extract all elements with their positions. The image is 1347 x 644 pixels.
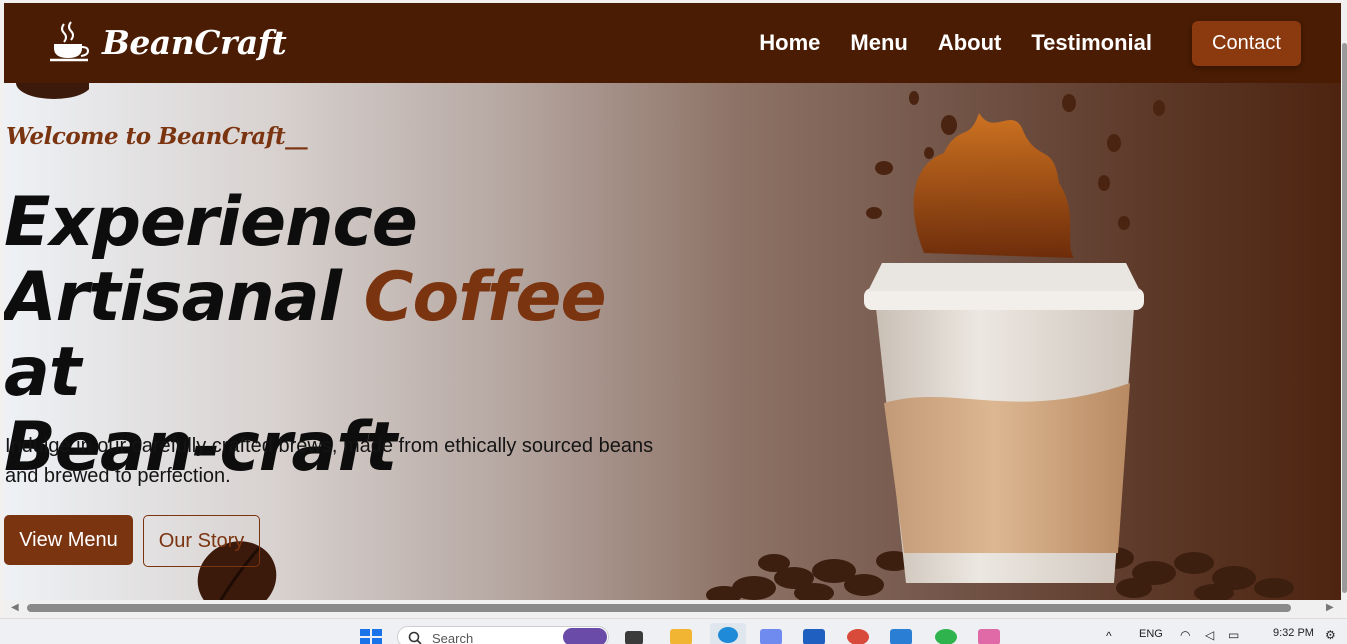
contact-button[interactable]: Contact [1192, 21, 1301, 66]
tray-chevron-icon[interactable]: ^ [1106, 629, 1112, 643]
battery-icon[interactable]: ▭ [1228, 628, 1239, 642]
our-story-button[interactable]: Our Story [143, 515, 260, 567]
welcome-tagline: Welcome to BeanCraft__ [6, 123, 308, 150]
nav-item-home[interactable]: Home [759, 30, 820, 56]
whatsapp-icon[interactable] [935, 629, 957, 644]
coffee-cup-icon [50, 21, 90, 62]
search-highlight-icon [563, 628, 607, 644]
vertical-scroll-thumb[interactable] [1342, 43, 1347, 593]
search-icon [408, 631, 422, 644]
coffee-cup-image [706, 91, 1294, 600]
vscode-icon[interactable] [890, 629, 912, 644]
scroll-left-icon[interactable]: ◀ [11, 602, 19, 613]
nav-item-about[interactable]: About [938, 30, 1002, 56]
store-icon[interactable] [803, 629, 825, 644]
nav-item-testimonial[interactable]: Testimonial [1031, 30, 1152, 56]
windows-taskbar: Search ^ ENG ◠ ◁ ▭ 9:32 PM ⚙ [0, 618, 1347, 644]
headline-line-1: Experience [4, 183, 418, 262]
file-explorer-icon[interactable] [670, 629, 692, 644]
chrome-icon[interactable] [847, 629, 869, 644]
language-indicator[interactable]: ENG [1139, 628, 1163, 640]
paint-icon[interactable] [978, 629, 1000, 644]
view-menu-button[interactable]: View Menu [4, 515, 133, 565]
site-navbar: BeanCraft Home Menu About Testimonial Co… [4, 3, 1341, 83]
taskbar-search-input[interactable]: Search [397, 626, 609, 644]
headline-line-2b: at [4, 333, 81, 412]
browser-viewport: BeanCraft Home Menu About Testimonial Co… [4, 3, 1341, 600]
wifi-icon[interactable]: ◠ [1180, 628, 1190, 642]
notification-icon[interactable]: ⚙ [1325, 628, 1336, 642]
horizontal-scroll-thumb[interactable] [27, 604, 1291, 612]
copilot-icon[interactable] [760, 629, 782, 644]
brand-logo[interactable]: BeanCraft [48, 20, 287, 64]
task-view-icon[interactable] [625, 631, 643, 644]
windows-start-icon[interactable] [360, 629, 382, 644]
search-placeholder: Search [432, 631, 474, 644]
clock-time[interactable]: 9:32 PM [1273, 627, 1314, 639]
vertical-scrollbar[interactable] [1341, 3, 1347, 600]
headline-line-2a: Artisanal [4, 258, 364, 337]
scroll-right-icon[interactable]: ▶ [1326, 602, 1334, 613]
horizontal-scrollbar[interactable]: ◀ ▶ [4, 600, 1341, 616]
nav-links: Home Menu About Testimonial [759, 30, 1152, 56]
nav-item-menu[interactable]: Menu [850, 30, 907, 56]
headline-accent-coffee: Coffee [363, 258, 607, 337]
volume-icon[interactable]: ◁ [1205, 628, 1214, 642]
hero-description: Indulge in our carefully crafted brews, … [5, 435, 654, 487]
brand-name: BeanCraft [102, 22, 287, 62]
edge-icon[interactable] [710, 623, 746, 644]
